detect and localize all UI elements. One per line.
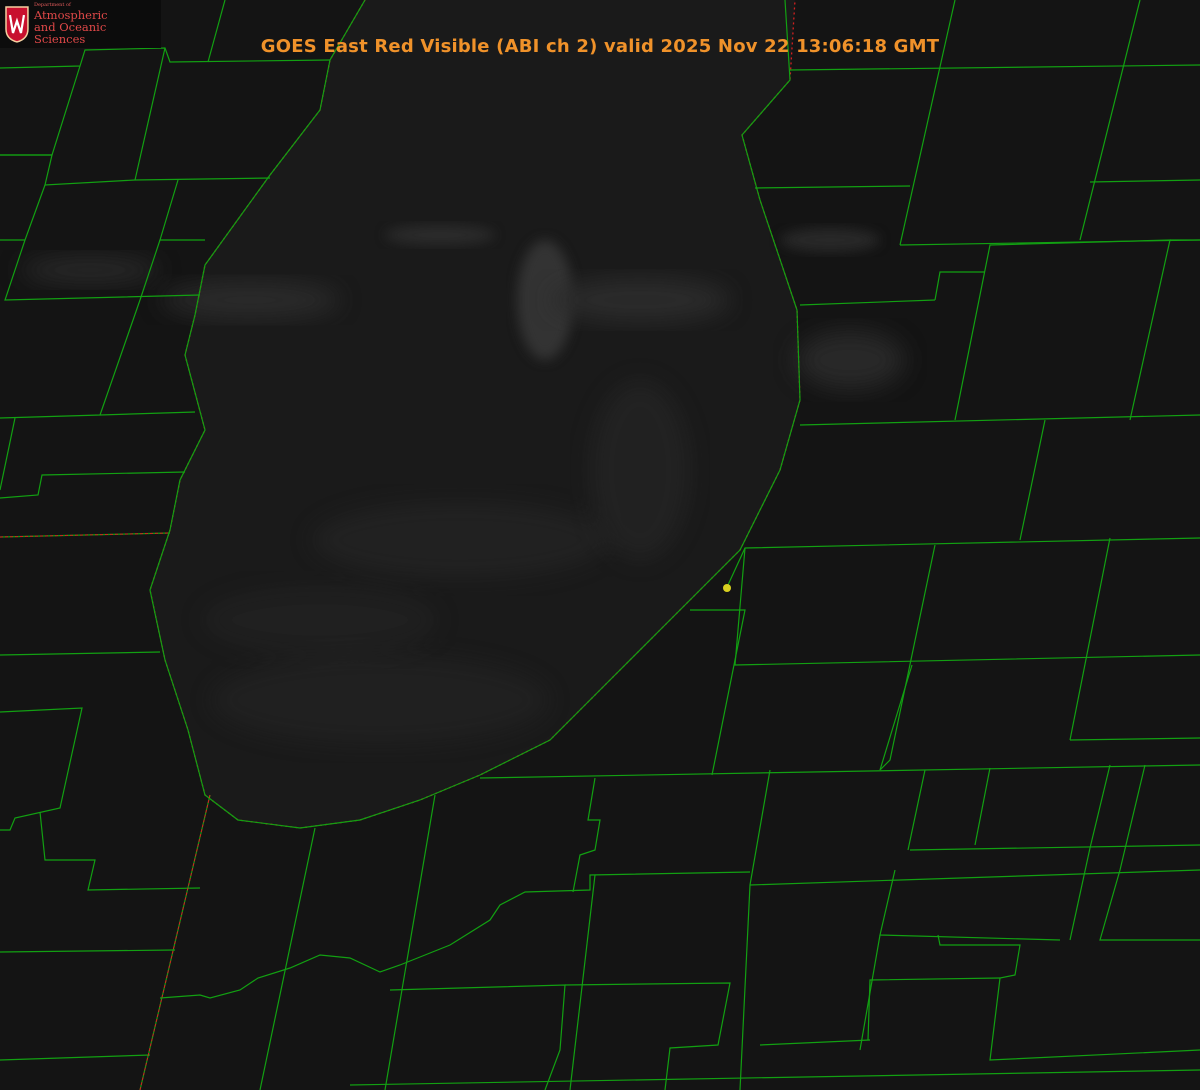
satellite-map	[0, 0, 1200, 1090]
location-marker	[723, 584, 731, 592]
map-title: GOES East Red Visible (ABI ch 2) valid 2…	[260, 36, 940, 57]
